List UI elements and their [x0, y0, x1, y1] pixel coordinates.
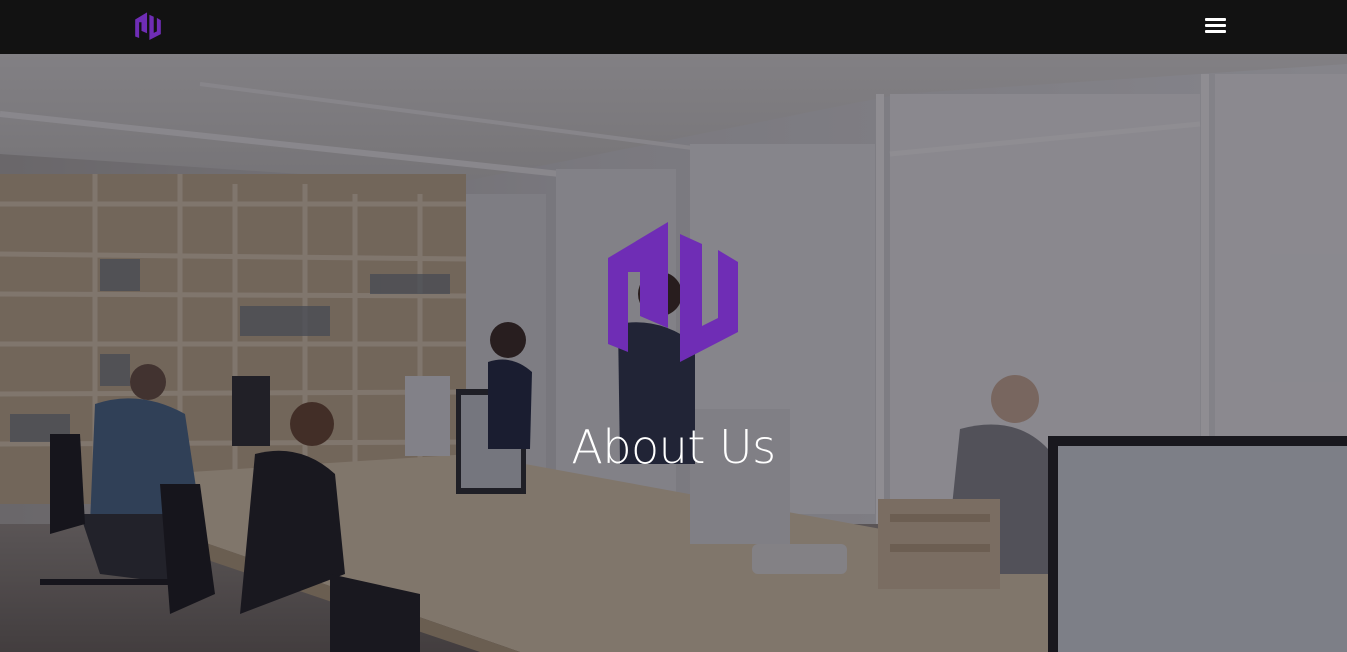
about-page: About Us: [0, 0, 1347, 652]
page-title: About Us: [571, 419, 776, 474]
hamburger-menu-icon-bar: [1205, 24, 1226, 27]
hamburger-menu-button[interactable]: [1200, 12, 1230, 40]
hero-banner: About Us: [0, 54, 1347, 652]
top-navigation-bar: [0, 0, 1347, 54]
hamburger-menu-icon: [1205, 18, 1226, 21]
brand-monogram-icon: [608, 222, 738, 362]
hamburger-menu-icon-bar: [1205, 30, 1226, 33]
brand-logo-icon[interactable]: [134, 12, 162, 40]
